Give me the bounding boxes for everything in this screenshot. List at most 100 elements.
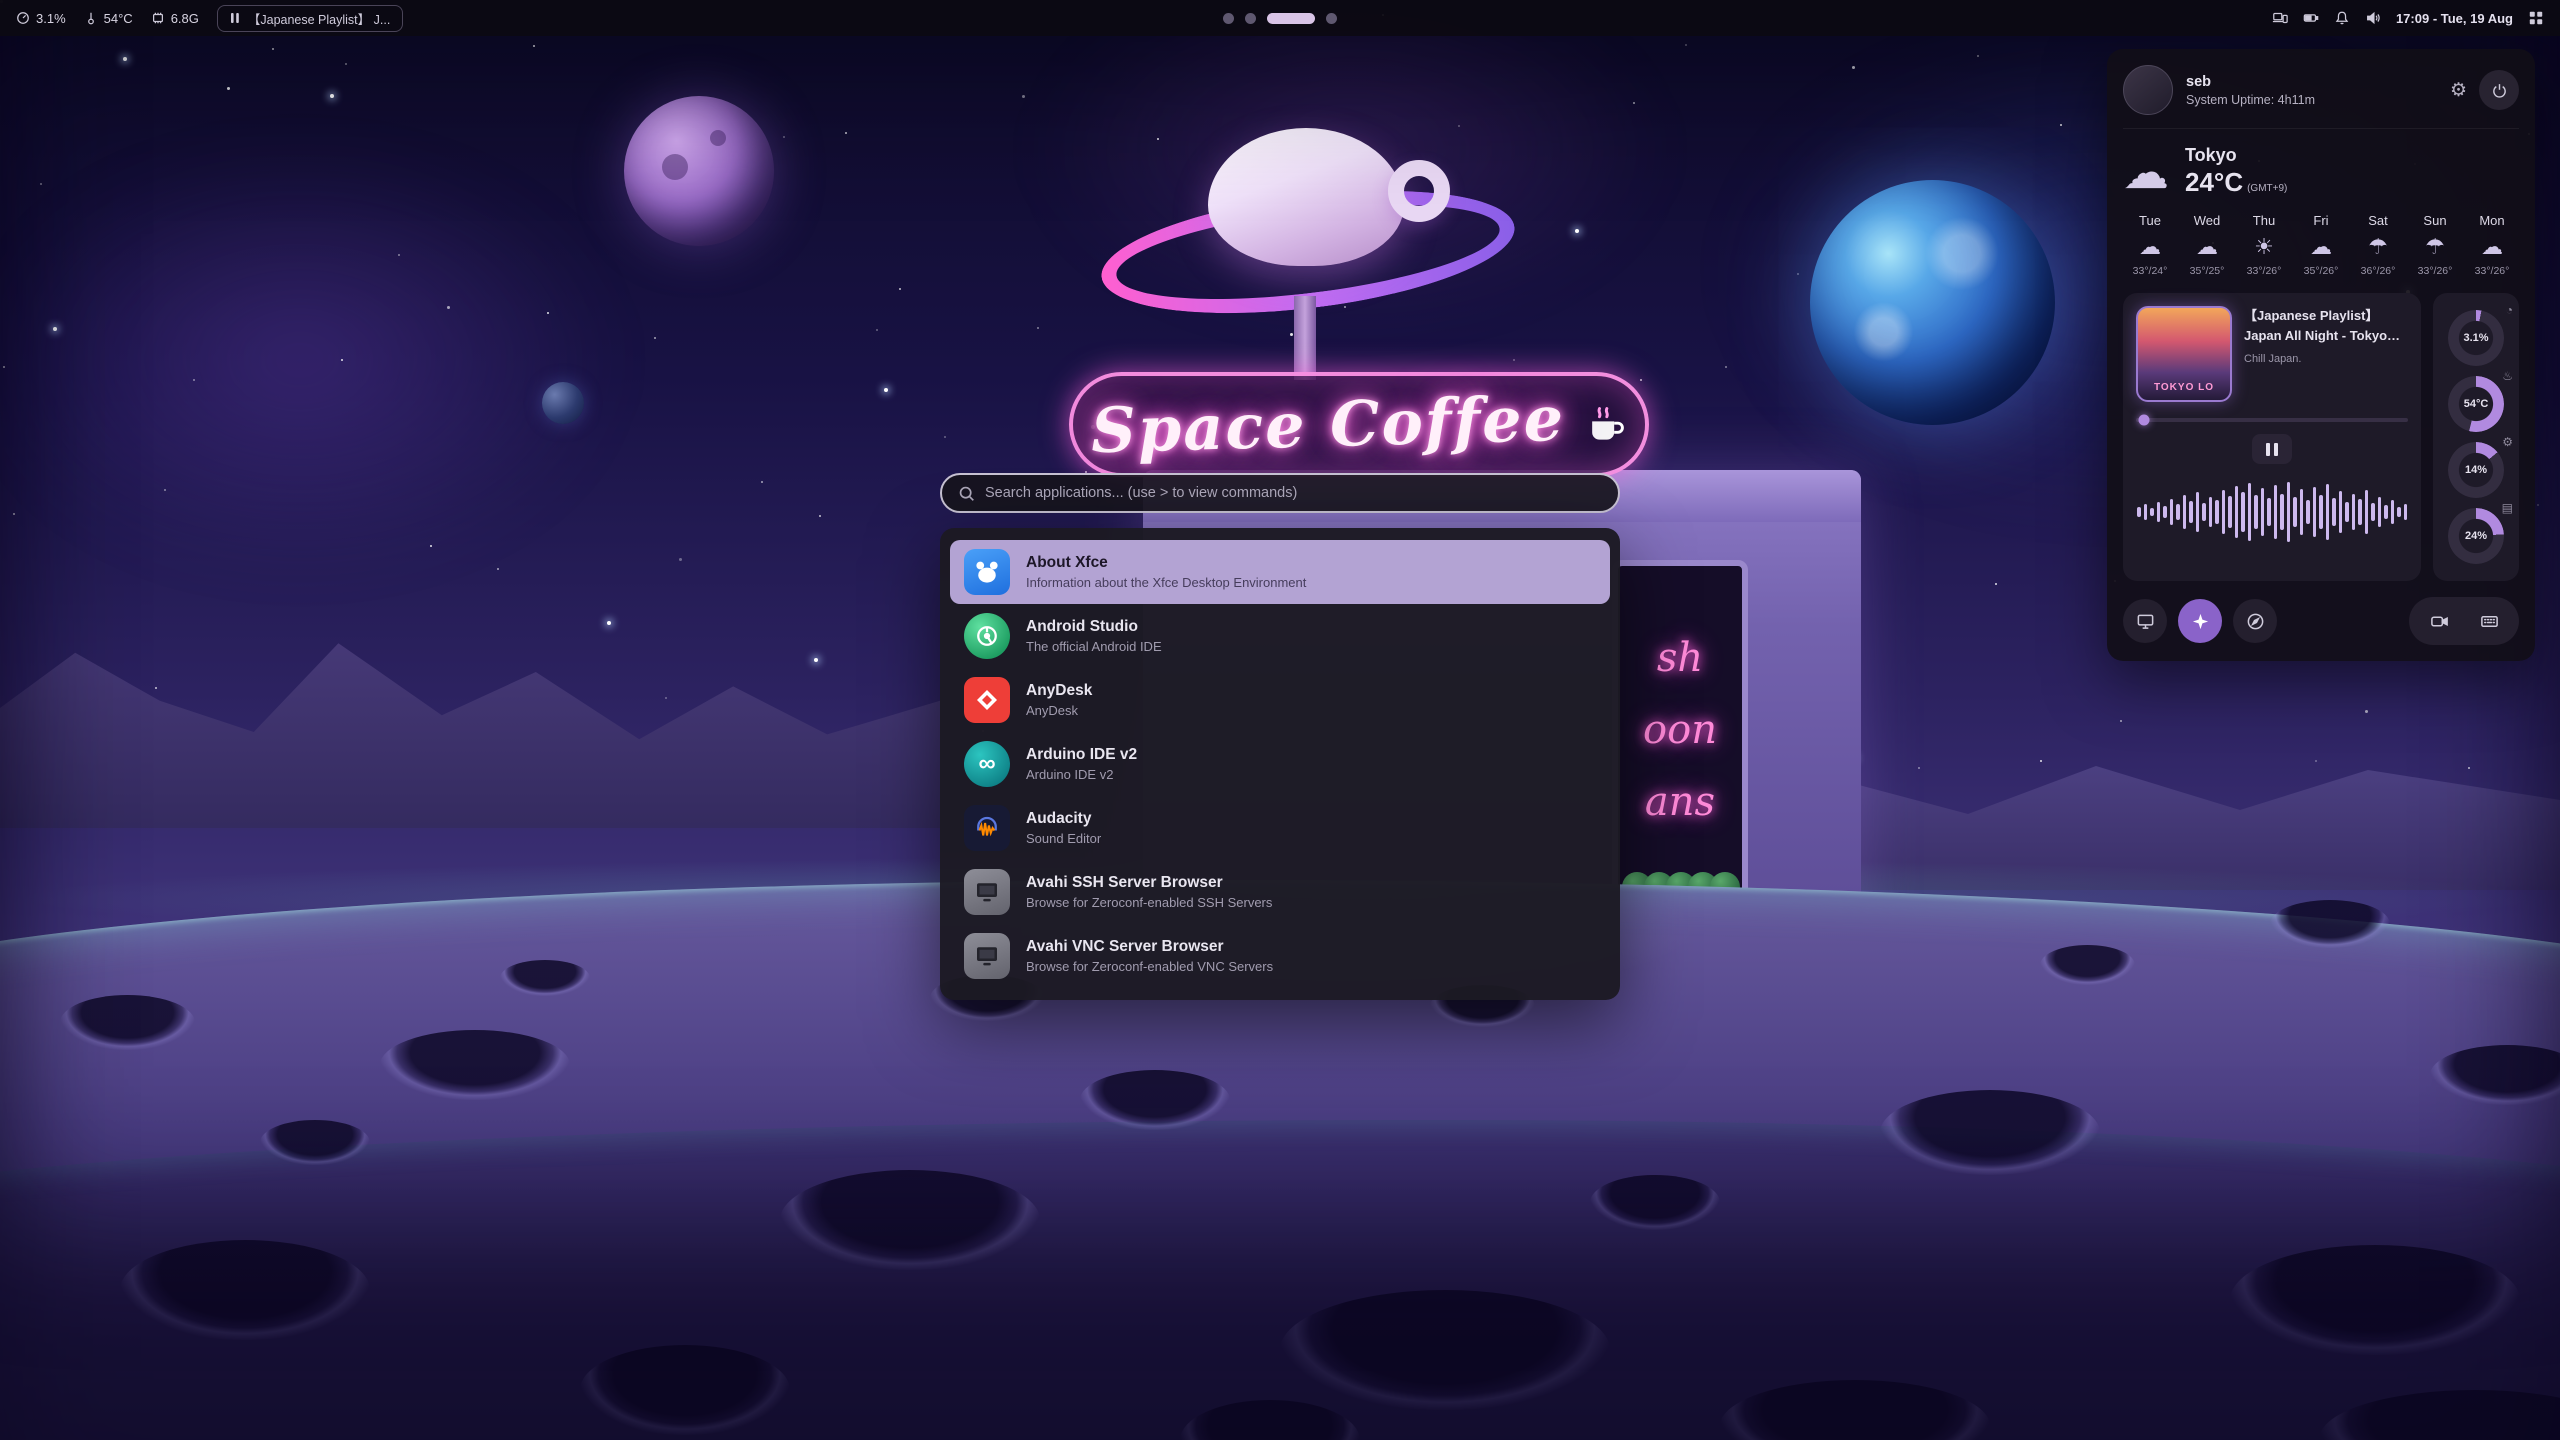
app-name: Arduino IDE v2 [1026, 746, 1137, 764]
star [679, 558, 682, 561]
waveform-bar [2170, 499, 2174, 525]
monitor-icon [2136, 612, 2155, 631]
weather-timezone: (GMT+9) [2247, 183, 2287, 194]
media-title: 【Japanese Playlist】 Japan All Night - To… [2244, 306, 2408, 345]
topbar-right: 17:09 - Tue, 19 Aug [2272, 10, 2544, 26]
waveform-bar [2241, 492, 2245, 532]
workspace-dot[interactable] [1223, 13, 1234, 24]
waveform-bar [2228, 496, 2232, 528]
star [341, 359, 343, 361]
quick-settings-left [2123, 599, 2277, 643]
forecast-day-label: Sat [2351, 213, 2405, 228]
memory-value: 6.8G [171, 11, 199, 26]
forecast-day: Fri ☁ 35°/26° [2294, 213, 2348, 277]
star [1918, 767, 1920, 769]
settings-gear-icon[interactable]: ⚙ [2450, 81, 2467, 100]
crater [1880, 1090, 2100, 1175]
waveform-bar [2293, 497, 2297, 527]
gauge-value: 54°C [2464, 398, 2489, 410]
app-row-anydesk[interactable]: AnyDesk AnyDesk [950, 668, 1610, 732]
search-icon [958, 485, 975, 502]
crater [2230, 1245, 2520, 1355]
launcher-search-bar[interactable] [940, 473, 1620, 513]
app-row-audacity[interactable]: Audacity Sound Editor [950, 796, 1610, 860]
waveform-bar [2274, 485, 2278, 539]
apps-grid-icon[interactable] [2528, 10, 2544, 26]
forecast-temps: 33°/26° [2465, 265, 2519, 277]
star [40, 183, 42, 185]
devices-icon[interactable] [2272, 10, 2288, 26]
battery-icon[interactable] [2303, 10, 2319, 26]
app-row-android-studio[interactable]: Android Studio The official Android IDE [950, 604, 1610, 668]
waveform-bar [2209, 497, 2213, 527]
forecast-weather-icon: ☂ [2408, 234, 2462, 260]
search-input[interactable] [985, 485, 1602, 501]
app-desc: Arduino IDE v2 [1026, 767, 1137, 782]
media-progress-bar[interactable] [2136, 418, 2408, 422]
appearance-button[interactable] [2178, 599, 2222, 643]
forecast-day: Sat ☂ 36°/26° [2351, 213, 2405, 277]
media-subtitle: Chill Japan. [2244, 353, 2408, 365]
cpu-icon: ◔ [2506, 303, 2513, 317]
waveform-bar [2189, 501, 2193, 523]
bright-star [123, 57, 127, 61]
app-desc: Browse for Zeroconf-enabled SSH Servers [1026, 895, 1272, 910]
screen-record-button[interactable] [2417, 599, 2461, 643]
waveform-bar [2235, 486, 2239, 538]
memory-gauge: 14% ⚙ [2441, 437, 2511, 503]
bright-star [814, 658, 818, 662]
cpu-gauge-icon [16, 11, 30, 25]
pause-icon [230, 12, 240, 24]
app-desc: Sound Editor [1026, 831, 1101, 846]
window-neon-text: sh [1657, 635, 1703, 681]
display-button[interactable] [2123, 599, 2167, 643]
waveform-bar [2352, 494, 2356, 530]
sign-text: Space Coffee [1090, 382, 1566, 467]
clock[interactable]: 17:09 - Tue, 19 Aug [2396, 11, 2513, 26]
temp-stat: 54°C [84, 11, 133, 26]
star [430, 545, 432, 547]
system-gauges: 3.1% ◔ 54°C ♨ 14% ⚙ 24% ▤ [2433, 293, 2519, 581]
space-coffee-sign: Space Coffee [1069, 372, 1649, 477]
volume-icon[interactable] [2365, 10, 2381, 26]
forecast-day-label: Sun [2408, 213, 2462, 228]
star [1995, 583, 1997, 585]
workspace-active[interactable] [1267, 13, 1315, 24]
app-row-avahi-ssh[interactable]: Avahi SSH Server Browser Browse for Zero… [950, 860, 1610, 924]
app-row-about-xfce[interactable]: About Xfce Information about the Xfce De… [950, 540, 1610, 604]
window-neon-text: oon [1643, 707, 1717, 753]
bright-star [330, 94, 334, 98]
avatar[interactable] [2123, 65, 2173, 115]
power-icon [2491, 82, 2508, 99]
forecast-temps: 33°/24° [2123, 265, 2177, 277]
media-progress-handle[interactable] [2139, 415, 2150, 426]
keyboard-button[interactable] [2467, 599, 2511, 643]
forecast-day-label: Fri [2294, 213, 2348, 228]
power-button[interactable] [2479, 70, 2519, 110]
cpu-stat: 3.1% [16, 11, 66, 26]
star [876, 329, 878, 331]
media-player-card: TOKYO LO 【Japanese Playlist】 Japan All N… [2123, 293, 2421, 581]
workspace-dot[interactable] [1245, 13, 1256, 24]
now-playing-widget[interactable]: 【Japanese Playlist】 J... [217, 5, 403, 32]
pause-button[interactable] [2252, 434, 2292, 464]
weather-temp-value: 24°C [2185, 167, 2243, 197]
workspace-dot[interactable] [1326, 13, 1337, 24]
star [547, 312, 549, 314]
weather-current: ☁ Tokyo 24°C(GMT+9) [2123, 145, 2519, 198]
waveform-bar [2254, 495, 2258, 529]
browser-button[interactable] [2233, 599, 2277, 643]
waveform-bar [2404, 504, 2408, 520]
gauge-value: 3.1% [2463, 332, 2488, 344]
crater [60, 995, 195, 1050]
avahi-vnc-app-icon [964, 933, 1010, 979]
app-name: Audacity [1026, 810, 1101, 828]
crater [580, 1345, 790, 1435]
bell-icon[interactable] [2334, 10, 2350, 26]
star [944, 436, 946, 438]
app-row-avahi-vnc[interactable]: Avahi VNC Server Browser Browse for Zero… [950, 924, 1610, 988]
star [1852, 66, 1855, 69]
forecast-temps: 35°/25° [2180, 265, 2234, 277]
app-row-arduino[interactable]: ∞ Arduino IDE v2 Arduino IDE v2 [950, 732, 1610, 796]
forecast-day: Sun ☂ 33°/26° [2408, 213, 2462, 277]
